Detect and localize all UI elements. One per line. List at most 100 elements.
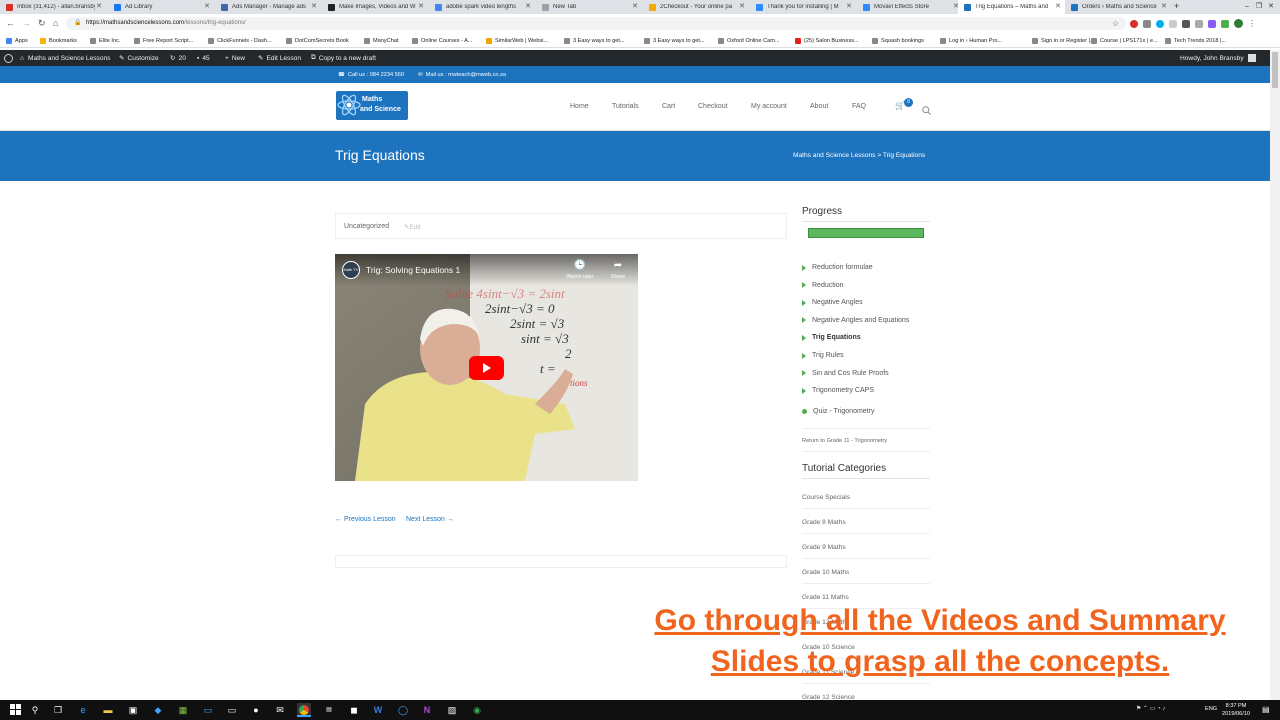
bookmark-item[interactable]: Online Courses - A...: [412, 34, 473, 48]
bookmark-item[interactable]: Squash bookings: [872, 34, 924, 48]
skype-icon[interactable]: [1156, 19, 1164, 28]
bookmark-item[interactable]: Course | LPS171x | e...: [1091, 34, 1158, 48]
nav-home[interactable]: Home: [570, 103, 589, 110]
category-link[interactable]: Uncategorized: [344, 223, 389, 230]
bookmark-item[interactable]: Tech Trends 2018 |...: [1165, 34, 1226, 48]
extension-icon[interactable]: [1195, 19, 1203, 28]
back-icon[interactable]: ←: [6, 17, 15, 30]
lesson-item[interactable]: Sin and Cos Rule Proofs: [802, 370, 889, 377]
app-icon[interactable]: ▭: [225, 703, 239, 717]
extension-icon[interactable]: [1143, 19, 1151, 28]
bookmark-item[interactable]: Apps: [6, 34, 28, 48]
share-button[interactable]: ➦ Share: [605, 261, 631, 281]
browser-tab[interactable]: Trig Equations – Maths and ✕: [958, 0, 1065, 14]
bookmark-item[interactable]: Free Report Script...: [134, 34, 193, 48]
bookmark-item[interactable]: DotComSecrets Book: [286, 34, 349, 48]
quiz-link[interactable]: Quiz - Trigonometry: [802, 408, 874, 415]
wp-copy-link[interactable]: ⧉ Copy to a new draft: [311, 50, 376, 66]
language-indicator[interactable]: ENG: [1205, 706, 1217, 712]
search-icon[interactable]: [922, 102, 931, 120]
tab-close-icon[interactable]: ✕: [632, 2, 638, 10]
browser-tab[interactable]: Inbox (31,412) - allan.bransby@ ✕: [0, 0, 106, 14]
home-icon[interactable]: ⌂: [53, 17, 58, 30]
site-logo[interactable]: Maths and Science: [336, 91, 408, 120]
lesson-item[interactable]: Negative Angles: [802, 299, 863, 306]
browser-tab[interactable]: New Tab ✕: [536, 0, 642, 14]
tab-close-icon[interactable]: ✕: [204, 2, 210, 10]
extension-icon[interactable]: [1169, 19, 1177, 28]
tab-close-icon[interactable]: ✕: [96, 2, 102, 10]
bookmark-item[interactable]: ManyChat: [364, 34, 399, 48]
notifications-icon[interactable]: ▤: [1262, 705, 1270, 714]
browser-tab[interactable]: adobe spark video lengths ✕: [429, 0, 535, 14]
app-icon[interactable]: ▦: [176, 703, 190, 717]
extension-icon[interactable]: [1130, 19, 1138, 28]
tab-close-icon[interactable]: ✕: [739, 2, 745, 10]
app-icon[interactable]: ◼: [347, 703, 361, 717]
next-lesson-link[interactable]: Next Lesson →: [406, 516, 454, 523]
browser-tab[interactable]: 2Checkout - Your online pa ✕: [643, 0, 749, 14]
nav-faq[interactable]: FAQ: [852, 103, 866, 110]
app-icon[interactable]: ◯: [396, 703, 410, 717]
tab-close-icon[interactable]: ✕: [1161, 2, 1167, 10]
wp-account-link[interactable]: Howdy, John Bransby: [1180, 50, 1256, 66]
app-icon[interactable]: ◆: [151, 703, 165, 717]
photos-icon[interactable]: ▨: [445, 703, 459, 717]
nav-checkout[interactable]: Checkout: [698, 103, 728, 110]
channel-avatar[interactable]: Math TV: [342, 261, 360, 279]
search-icon[interactable]: ⚲: [28, 703, 42, 717]
category-link[interactable]: Grade 8 Maths: [802, 519, 930, 534]
bookmark-item[interactable]: Elite Inc.: [90, 34, 120, 48]
bookmark-item[interactable]: 3 Easy ways to get...: [644, 34, 705, 48]
category-link[interactable]: Course Specials: [802, 494, 930, 509]
app-icon[interactable]: ◉: [470, 703, 484, 717]
lesson-item[interactable]: Negative Angles and Equations: [802, 317, 909, 324]
edit-post-link[interactable]: ✎Edit: [404, 223, 421, 231]
file-explorer-icon[interactable]: ▬: [101, 703, 115, 717]
onenote-icon[interactable]: N: [420, 703, 434, 717]
bookmark-item[interactable]: 3 Easy ways to get...: [564, 34, 625, 48]
menu-dots-icon[interactable]: ⋮: [1248, 19, 1256, 28]
nav-cart[interactable]: Cart: [662, 103, 675, 110]
tray-icons[interactable]: ⚑ ⌃ ▭ ◔ ♪: [1136, 705, 1165, 712]
close-window-button[interactable]: ✕: [1260, 0, 1280, 13]
browser-tab[interactable]: Ads Manager - Manage ads ✕: [215, 0, 321, 14]
watch-later-button[interactable]: 🕒 Watch later: [563, 261, 597, 281]
lesson-item[interactable]: Trigonometry CAPS: [802, 387, 874, 394]
clock[interactable]: 8:37 PM 2019/06/10: [1222, 702, 1250, 718]
nav-tutorials[interactable]: Tutorials: [612, 103, 639, 110]
mail-icon[interactable]: ✉: [273, 703, 287, 717]
nav-about[interactable]: About: [810, 103, 828, 110]
extension-icon[interactable]: [1182, 19, 1190, 28]
new-tab-button[interactable]: +: [1174, 0, 1179, 13]
forward-icon[interactable]: →: [22, 17, 31, 30]
breadcrumb-home[interactable]: Maths and Science Lessons: [793, 152, 875, 159]
browser-tab[interactable]: Ad Library ✕: [108, 0, 214, 14]
wp-new-link[interactable]: + New: [225, 50, 245, 66]
lesson-item[interactable]: Reduction formulae: [802, 264, 873, 271]
lesson-item[interactable]: Reduction: [802, 282, 844, 289]
bookmark-item[interactable]: Log in ‹ Human Pro...: [940, 34, 1002, 48]
extension-icon[interactable]: [1208, 19, 1216, 28]
word-icon[interactable]: W: [371, 703, 385, 717]
wp-edit-link[interactable]: ✎ Edit Lesson: [258, 50, 301, 66]
play-button[interactable]: [469, 356, 504, 380]
store-icon[interactable]: ▣: [126, 703, 140, 717]
scrollbar-thumb[interactable]: [1272, 52, 1278, 88]
wp-comments-link[interactable]: ▪ 45: [197, 50, 210, 66]
task-view-icon[interactable]: ❐: [51, 703, 65, 717]
bookmark-item[interactable]: ClickFunnels - Dash...: [208, 34, 272, 48]
browser-tab[interactable]: Thank you for installing | M ✕: [750, 0, 856, 14]
scrollbar[interactable]: [1270, 50, 1280, 700]
bookmark-item[interactable]: (25) Salon Business...: [795, 34, 859, 48]
phone-contact[interactable]: ☎ Call us : 084 2234 560: [338, 66, 404, 83]
windows-start-icon[interactable]: [8, 703, 22, 717]
bookmark-item[interactable]: Bookmarks: [40, 34, 77, 48]
return-link[interactable]: Return to Grade 11 - Trigonometry: [802, 438, 887, 444]
category-link[interactable]: Grade 9 Maths: [802, 544, 930, 559]
category-link[interactable]: Grade 10 Maths: [802, 569, 930, 584]
url-bar[interactable]: 🔒 https://mathsandsciencelessons.com/les…: [66, 17, 1126, 30]
lesson-item[interactable]: Trig Equations: [802, 334, 861, 341]
nav-my-account[interactable]: My account: [751, 103, 787, 110]
edge-icon[interactable]: e: [76, 703, 90, 717]
